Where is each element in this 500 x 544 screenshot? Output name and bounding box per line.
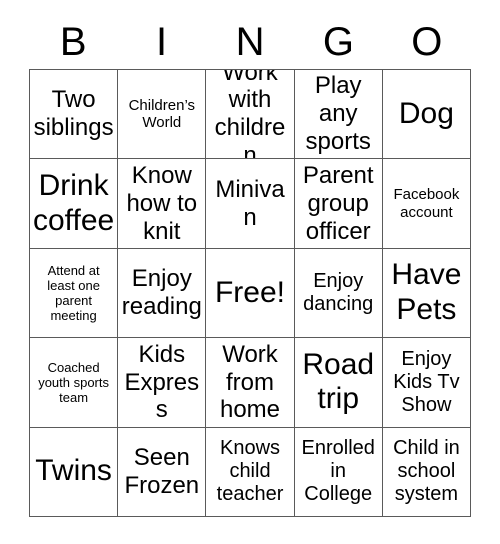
bingo-cell-label: Attend at least one parent meeting xyxy=(47,262,100,324)
bingo-cell-g5[interactable]: Enrolled in College xyxy=(294,427,383,518)
bingo-row: Twins Seen Frozen Knows child teacher En… xyxy=(30,427,472,518)
bingo-cell-label: Play any sports xyxy=(305,72,371,156)
bingo-cell-o1[interactable]: Dog xyxy=(382,70,472,160)
bingo-cell-label: Two siblings xyxy=(33,86,114,142)
bingo-row: Attend at least one parent meeting Enjoy… xyxy=(30,248,472,339)
bingo-grid: Two siblings Children’s World Work with … xyxy=(29,69,472,518)
bingo-cell-g4[interactable]: Road trip xyxy=(294,338,383,428)
bingo-cell-n2[interactable]: Minivan xyxy=(206,159,295,249)
bingo-header-letter-o: O xyxy=(411,19,443,64)
bingo-cell-b5[interactable]: Twins xyxy=(30,427,119,518)
bingo-cell-label: Road trip xyxy=(302,347,375,416)
bingo-cell-label: Knows child teacher xyxy=(216,437,284,506)
bingo-header-letter-g: G xyxy=(322,19,354,64)
bingo-cell-o2[interactable]: Facebook account xyxy=(382,159,472,249)
bingo-cell-b1[interactable]: Two siblings xyxy=(30,70,119,160)
bingo-cell-n1[interactable]: Work with children xyxy=(206,70,295,160)
bingo-cell-label: Enjoy reading xyxy=(121,265,202,321)
bingo-cell-label: Seen Frozen xyxy=(124,444,200,499)
bingo-cell-g1[interactable]: Play any sports xyxy=(294,70,383,160)
bingo-cell-label: Drink coffee xyxy=(33,168,115,237)
bingo-cell-label: Work with children xyxy=(214,70,286,160)
bingo-cell-i5[interactable]: Seen Frozen xyxy=(118,427,207,518)
bingo-row: Drink coffee Know how to knit Minivan Pa… xyxy=(30,159,472,249)
bingo-cell-free-space[interactable]: Free! xyxy=(206,248,295,339)
bingo-cell-label: Enjoy Kids Tv Show xyxy=(393,347,460,417)
bingo-cell-b4[interactable]: Coached youth sports team xyxy=(30,338,119,428)
bingo-header-letter-n: N xyxy=(235,19,265,64)
bingo-cell-n4[interactable]: Work from home xyxy=(206,338,295,428)
bingo-cell-label: Children’s World xyxy=(128,96,196,132)
bingo-cell-g2[interactable]: Parent group officer xyxy=(294,159,383,249)
bingo-cell-label: Kids Express xyxy=(124,340,200,424)
bingo-cell-label: Have Pets xyxy=(391,258,462,327)
bingo-cell-label: Free! xyxy=(214,275,286,309)
bingo-cell-label: Child in school system xyxy=(393,437,460,506)
bingo-cell-label: Twins xyxy=(35,454,112,488)
bingo-card: B I N G O Two siblings Children’s World … xyxy=(0,0,500,544)
bingo-cell-label: Minivan xyxy=(215,175,285,231)
bingo-cell-o4[interactable]: Enjoy Kids Tv Show xyxy=(382,338,472,428)
bingo-cell-i4[interactable]: Kids Express xyxy=(118,338,207,428)
bingo-header-letter-b: B xyxy=(59,19,87,64)
bingo-cell-b2[interactable]: Drink coffee xyxy=(30,159,119,249)
bingo-cell-label: Know how to knit xyxy=(126,161,198,245)
bingo-cell-o3[interactable]: Have Pets xyxy=(382,248,472,339)
bingo-cell-label: Parent group officer xyxy=(302,161,374,245)
bingo-cell-o5[interactable]: Child in school system xyxy=(382,427,472,518)
bingo-cell-label: Enjoy dancing xyxy=(303,269,374,316)
bingo-cell-label: Work from home xyxy=(219,340,281,424)
bingo-cell-g3[interactable]: Enjoy dancing xyxy=(294,248,383,339)
bingo-cell-b3[interactable]: Attend at least one parent meeting xyxy=(30,248,119,339)
bingo-cell-n5[interactable]: Knows child teacher xyxy=(206,427,295,518)
bingo-cell-i2[interactable]: Know how to knit xyxy=(118,159,207,249)
bingo-cell-label: Dog xyxy=(398,96,454,130)
bingo-header: B I N G O xyxy=(29,14,471,69)
bingo-cell-label: Coached youth sports team xyxy=(38,359,110,405)
bingo-cell-label: Enrolled in College xyxy=(301,437,375,506)
bingo-row: Coached youth sports team Kids Express W… xyxy=(30,338,472,428)
bingo-cell-label: Facebook account xyxy=(393,186,460,221)
bingo-header-letter-i: I xyxy=(156,19,168,64)
bingo-row: Two siblings Children’s World Work with … xyxy=(30,70,472,160)
bingo-cell-i3[interactable]: Enjoy reading xyxy=(118,248,207,339)
bingo-cell-i1[interactable]: Children’s World xyxy=(118,70,207,160)
